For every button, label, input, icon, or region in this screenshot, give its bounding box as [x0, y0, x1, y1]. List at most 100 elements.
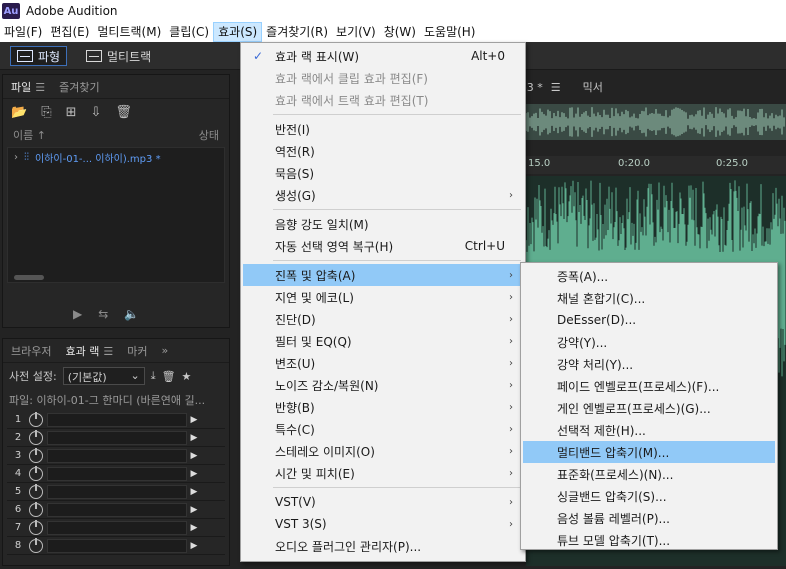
rack-slot[interactable]: 1 ▶ [7, 411, 225, 429]
column-name[interactable]: 이름 ↑ [13, 127, 46, 143]
rack-slot-field[interactable] [47, 502, 187, 517]
save-preset-icon[interactable]: ⤓ [151, 369, 156, 383]
menu-item-delay-echo[interactable]: 지연 및 에코(L) › [243, 286, 523, 308]
tab-effects-rack[interactable]: 효과 랙 ☰ [65, 343, 113, 359]
submenu-item-speech-volume-leveler[interactable]: 음성 볼륨 레벨러(P)... [523, 507, 775, 529]
rack-slot-field[interactable] [47, 466, 187, 481]
rack-slot-field[interactable] [47, 448, 187, 463]
menu-favorites[interactable]: 즐겨찾기(R) [262, 22, 332, 42]
menu-multitrack[interactable]: 멀티트랙(M) [93, 22, 165, 42]
submenu-item-normalize[interactable]: 표준화(프로세스)(N)... [523, 463, 775, 485]
loop-icon[interactable]: ⇆ [98, 307, 108, 321]
submenu-item-tube-compressor[interactable]: 튜브 모델 압축기(T)... [523, 529, 775, 551]
menu-item-generate[interactable]: 생성(G) › [243, 184, 523, 206]
tab-markers[interactable]: 마커 [127, 343, 147, 359]
power-icon[interactable] [29, 447, 43, 463]
slot-arrow-icon[interactable]: ▶ [187, 505, 201, 515]
waveform-view-button[interactable]: 파형 [10, 46, 68, 66]
submenu-item-dynamics[interactable]: 강약(Y)... [523, 331, 775, 353]
menu-item-stereo-imagery[interactable]: 스테레오 이미지(O) › [243, 440, 523, 462]
import-icon[interactable]: ⎘ [41, 105, 51, 120]
menu-effects[interactable]: 효과(S) [213, 22, 263, 42]
slot-arrow-icon[interactable]: ▶ [187, 523, 201, 533]
menu-window[interactable]: 창(W) [380, 22, 420, 42]
delete-preset-icon[interactable]: 🗑 [162, 370, 176, 383]
panel-menu-icon[interactable]: ☰ [35, 81, 45, 94]
submenu-item-amplify[interactable]: 증폭(A)... [523, 265, 775, 287]
menu-item-invert[interactable]: 반전(I) [243, 118, 523, 140]
panel-menu-icon[interactable]: ☰ [551, 81, 561, 94]
menu-clip[interactable]: 클립(C) [165, 22, 213, 42]
menu-edit[interactable]: 편집(E) [46, 22, 93, 42]
rack-slot-field[interactable] [47, 412, 187, 427]
tab-files[interactable]: 파일 ☰ [11, 79, 45, 95]
submenu-item-dynamics-processing[interactable]: 강약 처리(Y)... [523, 353, 775, 375]
menu-item-time-pitch[interactable]: 시간 및 피치(E) › [243, 462, 523, 484]
auto-play-icon[interactable]: 🔈 [124, 307, 139, 321]
open-folder-icon[interactable]: 📂 [11, 105, 27, 120]
submenu-item-singleband-compressor[interactable]: 싱글밴드 압축기(S)... [523, 485, 775, 507]
file-row[interactable]: › ⫶⫶ 이하이-01-... 이하이).mp3 * [8, 148, 224, 167]
rack-slot[interactable]: 4 ▶ [7, 465, 225, 483]
power-icon[interactable] [29, 411, 43, 427]
timeline-ruler[interactable]: 15.0 0:20.0 0:25.0 [526, 156, 786, 174]
panel-menu-icon[interactable]: ☰ [103, 345, 113, 358]
rack-slot-field[interactable] [47, 430, 187, 445]
menu-item-plugin-manager[interactable]: 오디오 플러그인 관리자(P)... [243, 535, 523, 557]
power-icon[interactable] [29, 537, 43, 553]
slot-arrow-icon[interactable]: ▶ [187, 433, 201, 443]
power-icon[interactable] [29, 519, 43, 535]
multitrack-view-button[interactable]: 멀티트랙 [80, 46, 157, 66]
preset-select[interactable]: (기본값) ⌄ [62, 367, 145, 385]
expand-icon[interactable]: › [14, 152, 18, 163]
file-list-scrollbar[interactable] [14, 275, 44, 280]
tab-favorites[interactable]: 즐겨찾기 [59, 79, 99, 95]
menu-item-special[interactable]: 특수(C) › [243, 418, 523, 440]
menu-item-silence[interactable]: 묵음(S) [243, 162, 523, 184]
menu-item-diagnostics[interactable]: 진단(D) › [243, 308, 523, 330]
menu-item-reverb[interactable]: 반향(B) › [243, 396, 523, 418]
tab-mixer[interactable]: 믹서 [583, 79, 603, 95]
menu-item-modulation[interactable]: 변조(U) › [243, 352, 523, 374]
rack-slot-field[interactable] [47, 538, 187, 553]
slot-arrow-icon[interactable]: ▶ [187, 469, 201, 479]
menu-item-auto-heal[interactable]: 자동 선택 영역 복구(H) Ctrl+U [243, 235, 523, 257]
menu-file[interactable]: 파일(F) [0, 22, 46, 42]
rack-slot[interactable]: 5 ▶ [7, 483, 225, 501]
menu-help[interactable]: 도움말(H) [420, 22, 480, 42]
power-icon[interactable] [29, 483, 43, 499]
play-icon[interactable]: ▶ [73, 307, 82, 321]
more-tabs-icon[interactable]: » [161, 344, 168, 357]
rack-slot[interactable]: 8 ▶ [7, 537, 225, 555]
menu-item-amplitude-compression[interactable]: 진폭 및 압축(A) › [243, 264, 523, 286]
submenu-item-gain-envelope[interactable]: 게인 엔벨로프(프로세스)(G)... [523, 397, 775, 419]
power-icon[interactable] [29, 429, 43, 445]
menu-item-noise-reduction[interactable]: 노이즈 감소/복원(N) › [243, 374, 523, 396]
column-status[interactable]: 상태 [199, 127, 219, 143]
rack-slot[interactable]: 2 ▶ [7, 429, 225, 447]
submenu-item-deesser[interactable]: DeEsser(D)... [523, 309, 775, 331]
slot-arrow-icon[interactable]: ▶ [187, 541, 201, 551]
menu-item-filter-eq[interactable]: 필터 및 EQ(Q) › [243, 330, 523, 352]
submenu-item-channel-mixer[interactable]: 채널 혼합기(C)... [523, 287, 775, 309]
slot-arrow-icon[interactable]: ▶ [187, 451, 201, 461]
menu-item-vst3[interactable]: VST 3(S) › [243, 513, 523, 535]
menu-item-reverse[interactable]: 역전(R) [243, 140, 523, 162]
new-file-icon[interactable]: ⊞ [66, 105, 77, 120]
submenu-item-multiband-compressor[interactable]: 멀티밴드 압축기(M)... [523, 441, 775, 463]
submenu-item-fade-envelope[interactable]: 페이드 엔벨로프(프로세스)(F)... [523, 375, 775, 397]
power-icon[interactable] [29, 501, 43, 517]
slot-arrow-icon[interactable]: ▶ [187, 487, 201, 497]
menu-view[interactable]: 보기(V) [332, 22, 380, 42]
slot-arrow-icon[interactable]: ▶ [187, 415, 201, 425]
favorite-star-icon[interactable]: ★ [182, 370, 192, 383]
menu-item-vst[interactable]: VST(V) › [243, 491, 523, 513]
rack-slot-field[interactable] [47, 484, 187, 499]
rack-slot[interactable]: 6 ▶ [7, 501, 225, 519]
rack-slot[interactable]: 7 ▶ [7, 519, 225, 537]
submenu-item-hard-limiter[interactable]: 선택적 제한(H)... [523, 419, 775, 441]
waveform-overview[interactable] [525, 104, 786, 140]
rack-slot[interactable]: 3 ▶ [7, 447, 225, 465]
menu-item-match-loudness[interactable]: 음향 강도 일치(M) [243, 213, 523, 235]
rack-slot-field[interactable] [47, 520, 187, 535]
